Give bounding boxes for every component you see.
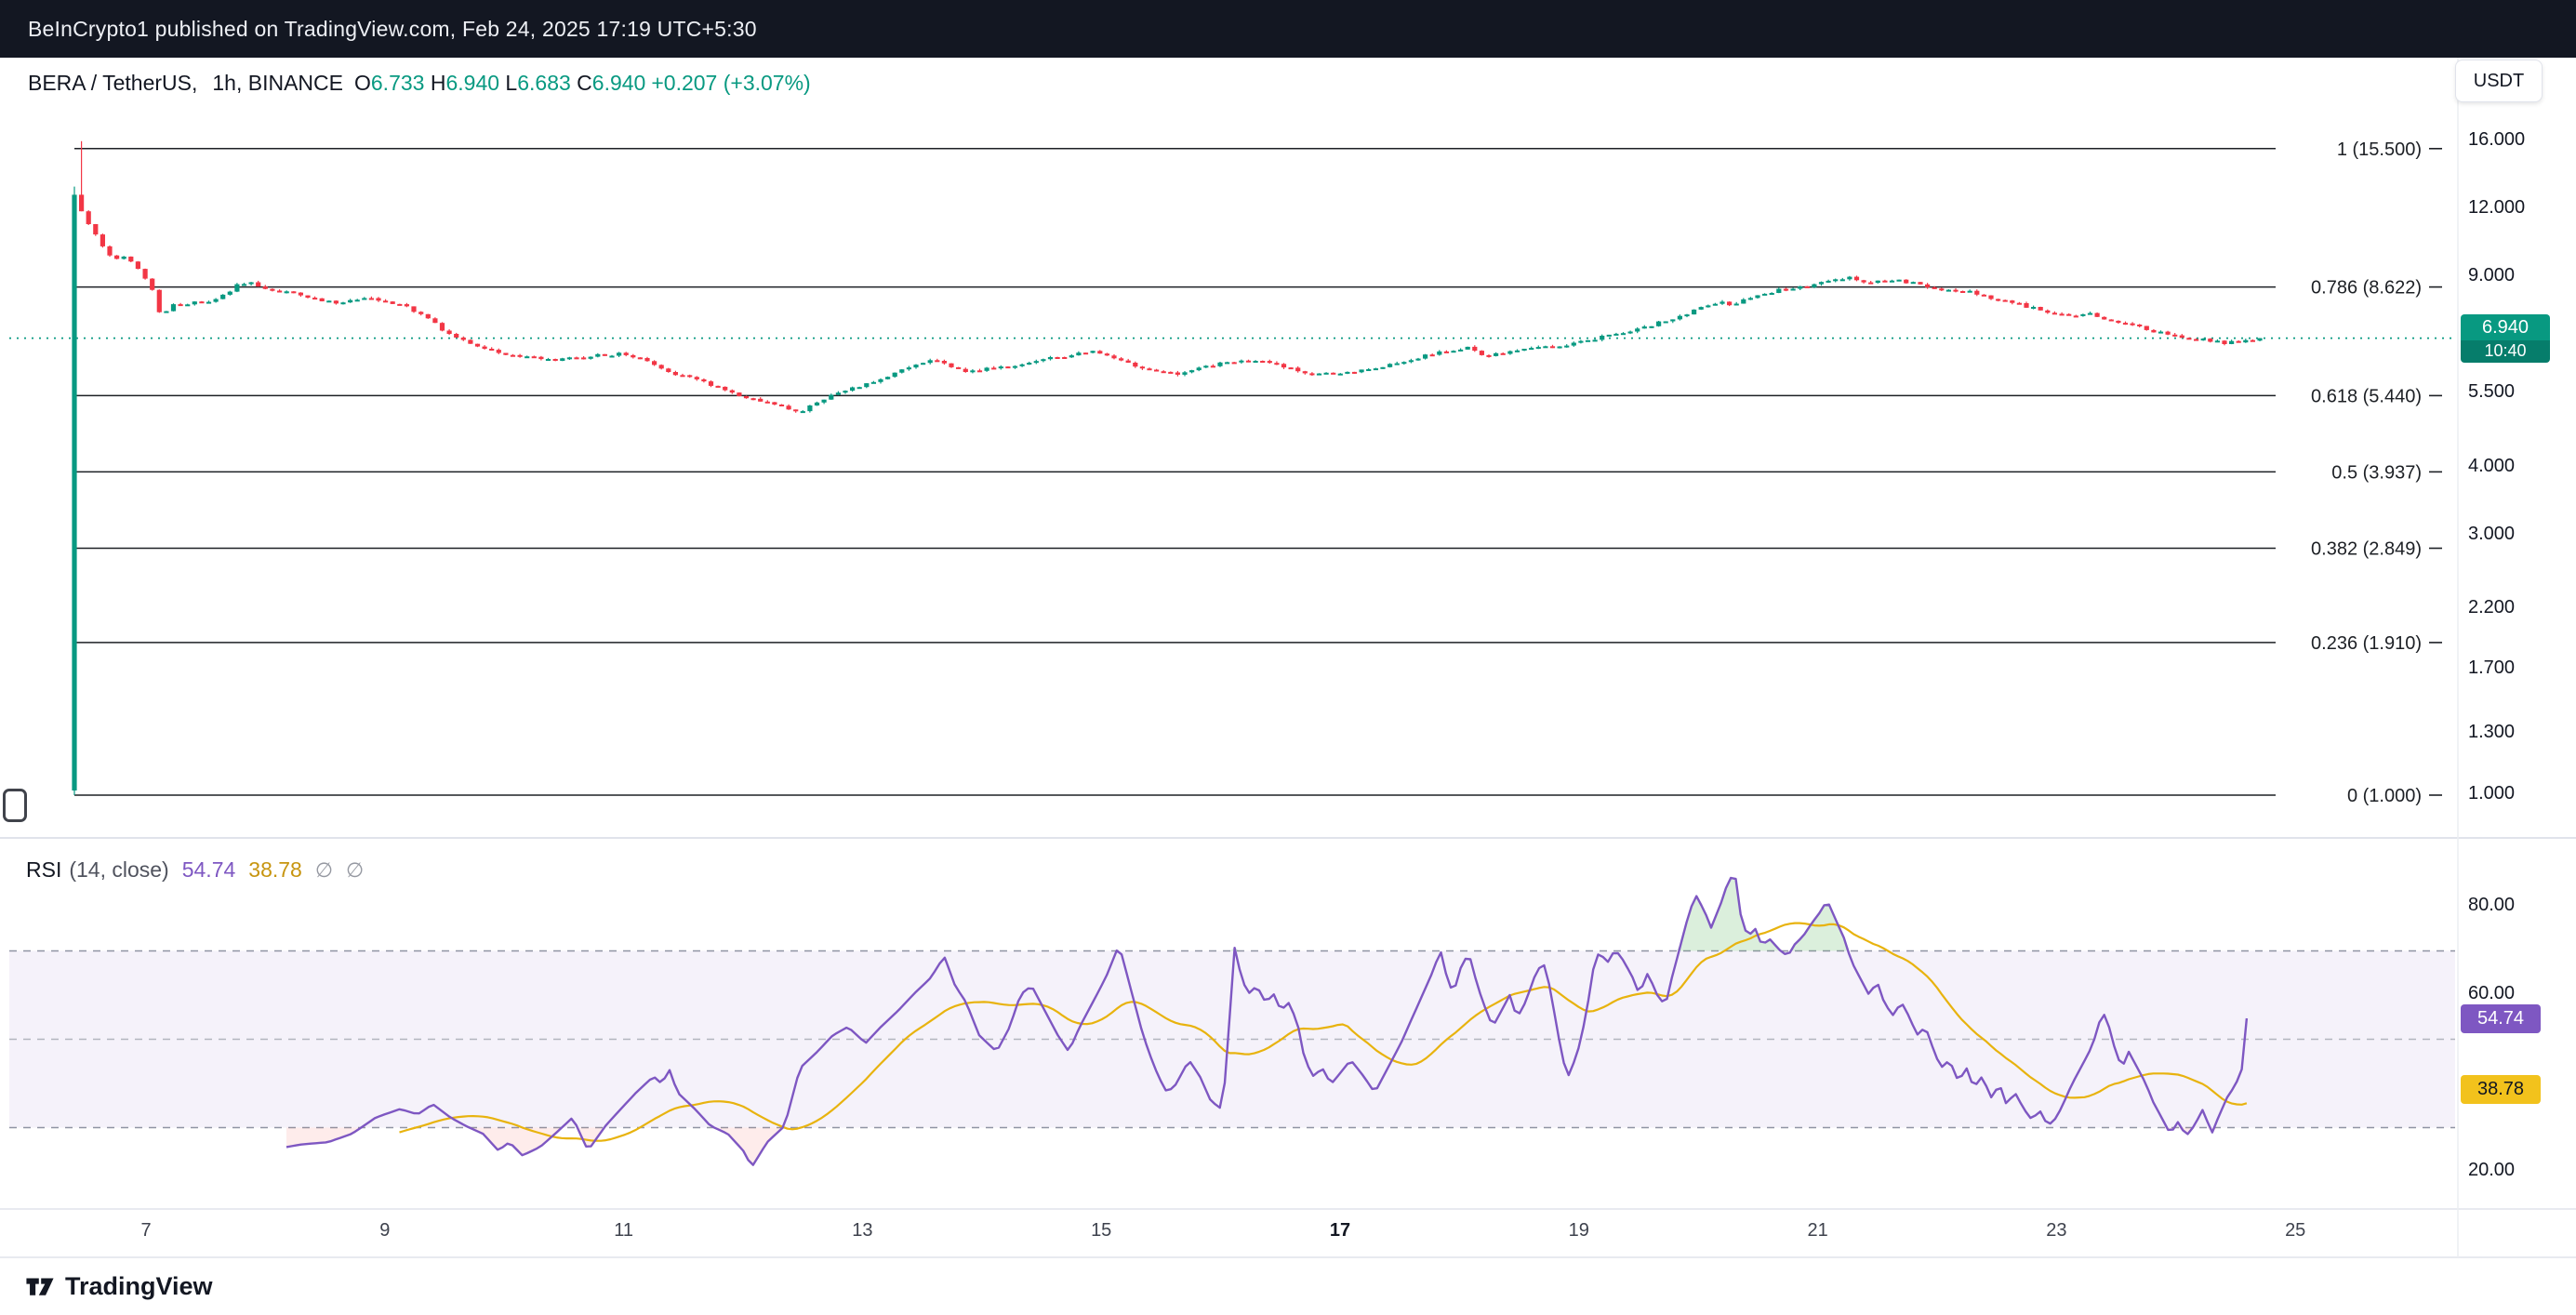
- fib-level-label: 0.618 (5.440): [2311, 386, 2422, 406]
- symbol-meta[interactable]: 1h, BINANCE: [212, 71, 343, 96]
- rsi-axis-label[interactable]: 80.00: [2468, 895, 2546, 916]
- fib-level-label: 0 (1.000): [2347, 786, 2422, 806]
- time-axis[interactable]: 7 9 11 13 15 17 19 21 23 25: [0, 1216, 2455, 1254]
- time-axis-label[interactable]: 9: [379, 1220, 390, 1242]
- price-axis-label[interactable]: 12.000: [2468, 197, 2546, 219]
- candlesticks[interactable]: [72, 141, 2262, 795]
- footer-brand: TradingView: [24, 1265, 213, 1308]
- ohlc-low-label: L: [505, 71, 517, 96]
- time-axis-label[interactable]: 19: [1569, 1220, 1589, 1242]
- price-axis-label[interactable]: 2.200: [2468, 597, 2546, 618]
- rsi-indicator-header[interactable]: RSI (14, close) 54.74 38.78 ∅ ∅: [26, 857, 364, 883]
- rsi-title: RSI: [26, 857, 61, 883]
- hidden-plot-icon: ∅: [346, 858, 364, 883]
- current-price-value: 6.940: [2461, 314, 2550, 340]
- rsi-params: (14, close): [69, 857, 168, 883]
- hidden-plot-icon: ∅: [315, 858, 333, 883]
- fib-level-label: 1 (15.500): [2337, 139, 2422, 160]
- rsi-ma-current-value: 38.78: [248, 857, 302, 883]
- ohlc-open-label: O: [354, 71, 371, 96]
- ohlc-open-value: 6.733: [371, 71, 425, 96]
- rsi-ma-value-badge: 38.78: [2461, 1075, 2541, 1104]
- time-axis-label[interactable]: 23: [2046, 1220, 2066, 1242]
- currency-toggle-button[interactable]: USDT: [2455, 60, 2543, 102]
- rsi-value-badge: 54.74: [2461, 1004, 2541, 1033]
- price-axis-label[interactable]: 5.500: [2468, 381, 2546, 403]
- price-change-text: +0.207 (+3.07%): [651, 71, 810, 96]
- time-axis-label[interactable]: 15: [1091, 1220, 1111, 1242]
- price-axis-label[interactable]: 1.000: [2468, 783, 2546, 804]
- fib-level-label: 0.786 (8.622): [2311, 278, 2422, 299]
- ohlc-high-value: 6.940: [445, 71, 499, 96]
- time-axis-label[interactable]: 25: [2285, 1220, 2305, 1242]
- price-axis-label[interactable]: 1.700: [2468, 658, 2546, 679]
- symbol-header: BERA / TetherUS, 1h, BINANCE O 6.733 H 6…: [28, 71, 811, 96]
- ohlc-low-value: 6.683: [517, 71, 571, 96]
- current-price-badge: 6.940 10:40: [2461, 314, 2550, 363]
- rsi-overbought-fill: [286, 878, 2247, 951]
- ohlc-close-value: 6.940: [592, 71, 646, 96]
- fib-level-label: 0.236 (1.910): [2311, 633, 2422, 654]
- price-axis-label[interactable]: 3.000: [2468, 524, 2546, 545]
- price-axis-label[interactable]: 1.300: [2468, 722, 2546, 743]
- tradingview-logo[interactable]: [24, 1270, 56, 1302]
- chart-canvas[interactable]: 1 (15.500) 0.786 (8.622) 0.618 (5.440) 0.5 …: [0, 0, 2576, 1315]
- rsi-current-value: 54.74: [182, 857, 236, 883]
- fib-level-label: 0.382 (2.849): [2311, 539, 2422, 560]
- fib-retracement[interactable]: 1 (15.500) 0.786 (8.622) 0.618 (5.440) 0.5 …: [74, 139, 2442, 806]
- rsi-axis-label[interactable]: 20.00: [2468, 1160, 2546, 1181]
- ohlc-high-label: H: [431, 71, 446, 96]
- brand-name[interactable]: TradingView: [65, 1272, 213, 1301]
- symbol-title[interactable]: BERA / TetherUS,: [28, 71, 197, 96]
- time-axis-label[interactable]: 13: [852, 1220, 872, 1242]
- price-axis-label[interactable]: 9.000: [2468, 265, 2546, 286]
- time-axis-label[interactable]: 21: [1807, 1220, 1827, 1242]
- time-axis-label[interactable]: 7: [140, 1220, 151, 1242]
- time-axis-label[interactable]: 17: [1330, 1220, 1350, 1242]
- price-axis-label[interactable]: 16.000: [2468, 129, 2546, 151]
- price-tag-icon[interactable]: [3, 789, 27, 822]
- ohlc-close-label: C: [577, 71, 592, 96]
- fib-level-label: 0.5 (3.937): [2331, 462, 2422, 483]
- tradingview-published-chart: BeInCrypto1 published on TradingView.com…: [0, 0, 2576, 1315]
- candle-countdown: 10:40: [2461, 340, 2550, 363]
- time-axis-label[interactable]: 11: [614, 1220, 633, 1242]
- price-axis-label[interactable]: 4.000: [2468, 456, 2546, 477]
- rsi-axis-label[interactable]: 60.00: [2468, 983, 2546, 1004]
